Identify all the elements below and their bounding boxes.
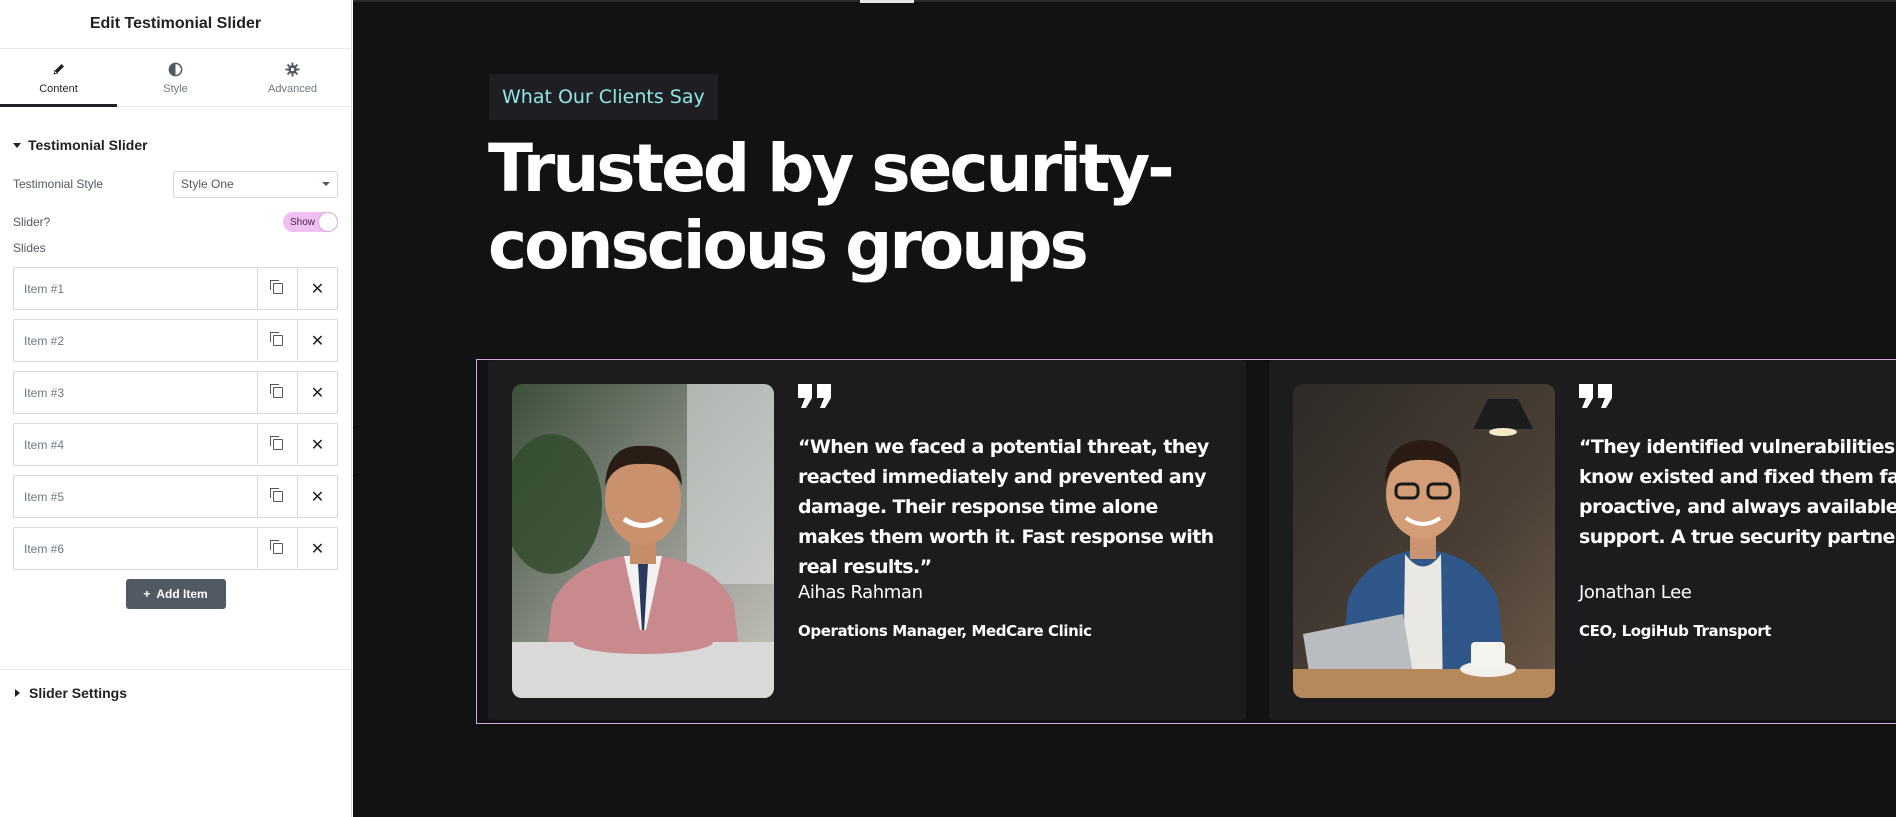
remove-button[interactable]: ✕ [297,424,337,465]
repeater-item: Item #6 ✕ [13,527,338,570]
section2-title: Slider Settings [29,685,128,701]
repeater-item: Item #4 ✕ [13,423,338,466]
repeater-item: Item #1 ✕ [13,267,338,310]
slider-toggle-label: Show [290,216,316,228]
copy-icon [269,540,283,554]
client-name: Aihas Rahman [798,582,923,603]
quote-icon [1579,384,1613,413]
tab-style-label: Style [163,83,188,95]
copy-icon [269,332,283,346]
section-slider-settings[interactable]: Slider Settings [0,683,142,703]
gear-icon [284,60,302,78]
quote-icon [798,384,832,413]
repeater-item: Item #5 ✕ [13,475,338,518]
style-select-value: Style One [181,177,234,191]
testimonial-card: “They identified vulnerabilities we didn… [1269,360,1896,720]
section-headline: Trusted by security- conscious groups [488,130,1188,284]
editor-panel: Edit Testimonial Slider Content Style Ad… [0,0,352,817]
contrast-icon [167,60,185,78]
remove-button[interactable]: ✕ [297,320,337,361]
section-kicker: What Our Clients Say [489,74,718,120]
testimonial-slider[interactable]: “When we faced a potential threat, they … [476,359,1896,724]
close-icon: ✕ [310,540,325,558]
repeater-item: Item #3 ✕ [13,371,338,414]
close-icon: ✕ [310,384,325,402]
repeater-item-title[interactable]: Item #3 [14,372,257,413]
headline-line-2: conscious groups [488,207,1089,284]
panel-tabs: Content Style Advanced [0,49,351,107]
toggle-knob [319,213,337,231]
duplicate-button[interactable] [257,320,297,361]
headline-line-1: Trusted by security- [488,130,1175,207]
duplicate-button[interactable] [257,424,297,465]
repeater-item-title[interactable]: Item #6 [14,528,257,569]
remove-button[interactable]: ✕ [297,268,337,309]
tab-content[interactable]: Content [0,49,117,107]
client-role: CEO, LogiHub Transport [1579,622,1772,640]
close-icon: ✕ [310,436,325,454]
repeater-item: Item #2 ✕ [13,319,338,362]
style-select[interactable]: Style One [173,170,338,198]
testimonial-card: “When we faced a potential threat, they … [488,360,1246,720]
client-photo [1293,384,1555,698]
tab-style[interactable]: Style [117,49,234,106]
pencil-icon [50,60,68,78]
top-indicator [860,0,914,3]
remove-button[interactable]: ✕ [297,528,337,569]
tab-content-label: Content [39,83,78,95]
caret-right-icon [15,689,20,697]
repeater-item-title[interactable]: Item #5 [14,476,257,517]
remove-button[interactable]: ✕ [297,476,337,517]
section-divider [0,669,351,670]
duplicate-button[interactable] [257,476,297,517]
add-item-button[interactable]: + Add Item [125,579,226,609]
slider-control: Slider? Show [0,207,351,237]
caret-down-icon [13,142,21,148]
repeater-item-title[interactable]: Item #1 [14,268,257,309]
style-control: Testimonial Style Style One [0,169,351,199]
tab-advanced[interactable]: Advanced [234,49,351,106]
repeater-item-title[interactable]: Item #4 [14,424,257,465]
copy-icon [269,384,283,398]
style-label: Testimonial Style [13,177,104,191]
add-item-label: Add Item [156,587,208,601]
plus-icon: + [143,587,151,601]
section-testimonial-slider[interactable]: Testimonial Slider [0,135,351,155]
top-divider [353,0,1896,2]
panel-title: Edit Testimonial Slider [0,0,351,49]
tab-advanced-label: Advanced [268,83,317,95]
close-icon: ✕ [310,280,325,298]
client-photo [512,384,774,698]
client-role: Operations Manager, MedCare Clinic [798,622,1092,640]
client-name: Jonathan Lee [1579,582,1692,603]
section-title: Testimonial Slider [28,137,148,153]
close-icon: ✕ [310,332,325,350]
copy-icon [269,280,283,294]
testimonial-quote: “When we faced a potential threat, they … [798,436,1214,578]
slides-label: Slides [13,241,46,255]
add-item-wrap: + Add Item [0,579,351,609]
close-icon: ✕ [310,488,325,506]
duplicate-button[interactable] [257,372,297,413]
slider-toggle[interactable]: Show [283,212,338,232]
duplicate-button[interactable] [257,268,297,309]
page-preview: What Our Clients Say Trusted by security… [353,0,1896,817]
testimonial-quote: “They identified vulnerabilities we didn… [1579,436,1896,548]
slides-repeater: Item #1 ✕ Item #2 ✕ Item #3 ✕ Item #4 ✕ … [13,267,338,570]
copy-icon [269,436,283,450]
remove-button[interactable]: ✕ [297,372,337,413]
duplicate-button[interactable] [257,528,297,569]
dropdown-arrow-icon [322,182,330,186]
repeater-item-title[interactable]: Item #2 [14,320,257,361]
copy-icon [269,488,283,502]
slider-label: Slider? [13,215,51,229]
